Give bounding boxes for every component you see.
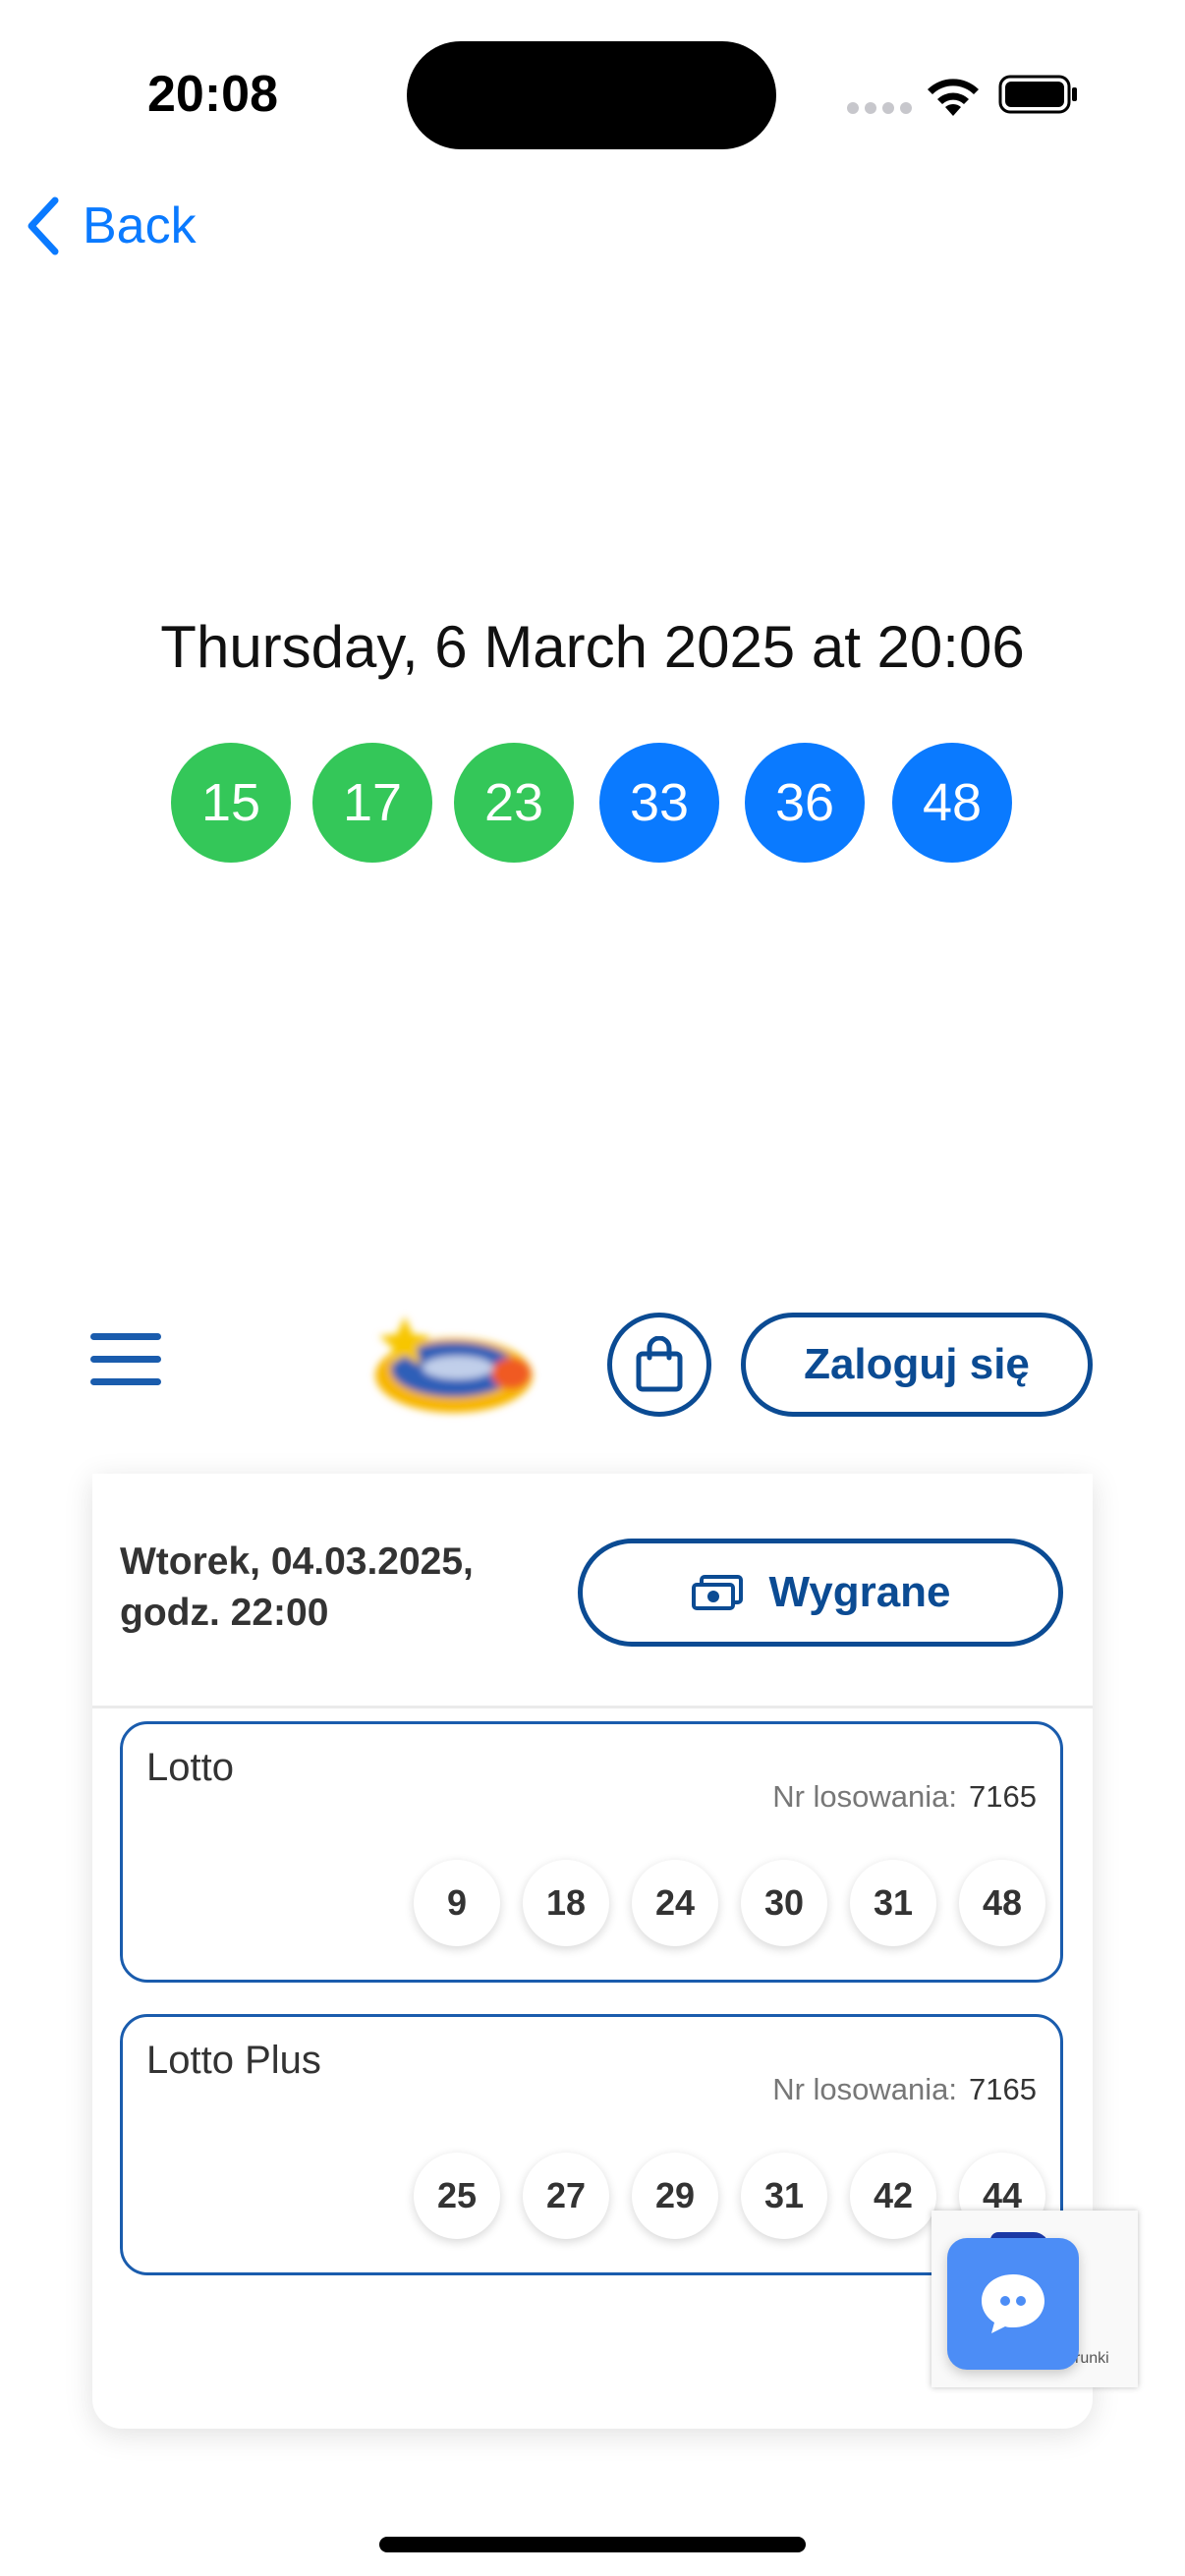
game-name: Lotto (146, 1746, 234, 1789)
chat-bubble-icon (982, 2274, 1044, 2333)
draw-ball: 15 (171, 743, 291, 863)
game-name: Lotto Plus (146, 2039, 321, 2082)
result-number: 31 (741, 2153, 827, 2239)
result-number: 29 (632, 2153, 718, 2239)
chat-button[interactable] (947, 2238, 1079, 2370)
back-label: Back (83, 197, 197, 254)
results-date-line2: godz. 22:00 (120, 1592, 329, 1634)
lotto-logo[interactable] (364, 1307, 546, 1423)
chevron-left-icon (28, 196, 59, 255)
shopping-bag-icon (636, 1336, 683, 1392)
wins-button[interactable]: Wygrane (578, 1539, 1063, 1647)
game-box-lotto[interactable]: Lotto Nr losowania: 7165 9 18 24 30 31 48 (120, 1721, 1063, 1983)
draw-date: Thursday, 6 March 2025 at 20:06 (160, 614, 1025, 680)
result-number: 31 (850, 1860, 936, 1946)
battery-icon (998, 75, 1077, 114)
status-time: 20:08 (147, 66, 278, 123)
results-date-line1: Wtorek, 04.03.2025, (120, 1540, 474, 1583)
back-button[interactable]: Back (26, 196, 197, 255)
draw-number: Nr losowania: 7165 (772, 2072, 1037, 2107)
result-number: 25 (414, 2153, 500, 2239)
result-number: 30 (741, 1860, 827, 1946)
result-number: 42 (850, 2153, 936, 2239)
draw-ball: 36 (745, 743, 865, 863)
draw-number-value: 7165 (969, 2072, 1037, 2106)
divider (92, 1706, 1093, 1708)
result-number: 27 (523, 2153, 609, 2239)
login-button[interactable]: Zaloguj się (741, 1313, 1093, 1417)
result-number: 48 (959, 1860, 1045, 1946)
wins-label: Wygrane (768, 1568, 951, 1616)
result-number: 24 (632, 1860, 718, 1946)
draw-ball: 48 (892, 743, 1012, 863)
draw-number: Nr losowania: 7165 (772, 1779, 1037, 1815)
draw-ball: 17 (312, 743, 432, 863)
result-number: 18 (523, 1860, 609, 1946)
cellular-signal-icon (847, 102, 912, 114)
draw-number-label: Nr losowania: (772, 1779, 958, 1814)
results-date: Wtorek, 04.03.2025, godz. 22:00 (120, 1537, 474, 1639)
cart-button[interactable] (607, 1313, 711, 1417)
wifi-icon (928, 79, 979, 116)
site-header: Zaloguj się (0, 1277, 1185, 1474)
money-icon (692, 1575, 744, 1610)
home-indicator (379, 2537, 806, 2552)
game-box-lotto-plus[interactable]: Lotto Plus Nr losowania: 7165 25 27 29 31… (120, 2014, 1063, 2275)
draw-number-label: Nr losowania: (772, 2072, 958, 2106)
result-number: 9 (414, 1860, 500, 1946)
dynamic-island (407, 41, 776, 149)
draw-number-value: 7165 (969, 1779, 1037, 1814)
recaptcha-text: runki (1075, 2350, 1109, 2367)
hamburger-icon[interactable] (90, 1333, 161, 1386)
draw-ball: 23 (454, 743, 574, 863)
draw-ball: 33 (599, 743, 719, 863)
